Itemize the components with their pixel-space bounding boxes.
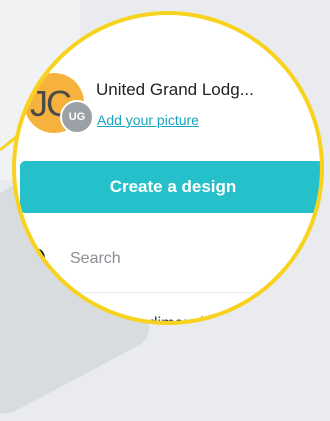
chevron-down-icon[interactable] <box>300 87 314 97</box>
team-badge-initials: UG <box>68 111 86 123</box>
divider <box>16 292 320 293</box>
magnifier-lens: JC UG United Grand Lodg... Add your pict… <box>12 11 324 325</box>
create-design-button[interactable]: Create a design <box>20 161 320 213</box>
account-name[interactable]: United Grand Lodg... <box>96 80 254 100</box>
add-picture-link[interactable]: Add your picture <box>97 112 199 128</box>
team-badge: UG <box>60 100 94 134</box>
create-design-label: Create a design <box>109 177 237 196</box>
search-icon <box>27 248 51 272</box>
search-input[interactable]: Search <box>70 250 121 268</box>
